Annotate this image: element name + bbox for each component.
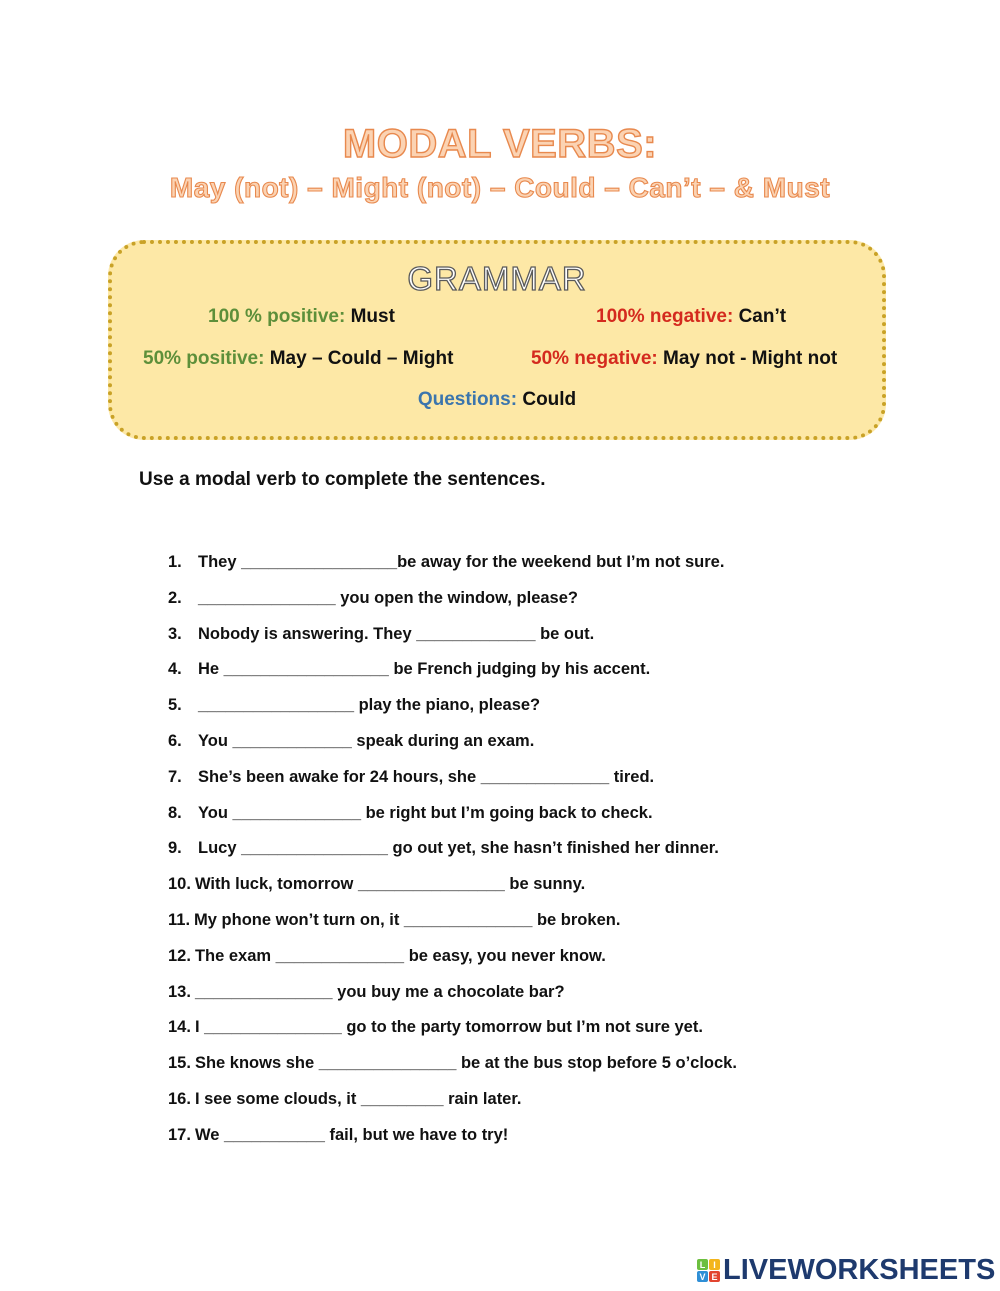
rule-100-negative: 100% negative: Can’t: [596, 306, 786, 328]
exercise-item: 13. _______________ you buy me a chocolat…: [168, 981, 737, 1017]
exercise-number: 17.: [168, 1125, 191, 1144]
exercise-number: 15.: [168, 1054, 191, 1073]
exercise-item: 4. He __________________ be French judgin…: [168, 658, 737, 694]
rule-value: Could: [522, 389, 577, 410]
exercise-item: 15. She knows she _______________ be at t…: [168, 1052, 737, 1088]
exercise-item: 12. The exam ______________ be easy, you …: [168, 945, 737, 981]
page-subtitle: May (not) – Might (not) – Could – Can’t …: [169, 171, 831, 203]
instruction-text: Use a modal verb to complete the sentenc…: [139, 469, 546, 490]
exercise-item: 17. We ___________ fail, but we have to t…: [168, 1124, 737, 1160]
exercise-sentence: The exam ______________ be easy, you nev…: [194, 946, 606, 965]
rule-label: 50% negative:: [531, 348, 658, 369]
rule-50-positive: 50% positive: May – Could – Might: [143, 348, 453, 370]
exercise-item: 7. She’s been awake for 24 hours, she ___…: [168, 766, 737, 802]
rule-label: 100% negative:: [596, 306, 734, 327]
rule-value: May – Could – Might: [269, 348, 454, 369]
live-badge-icon: LIVE: [697, 1259, 720, 1282]
exercise-number: 2.: [168, 588, 182, 607]
exercise-number: 9.: [168, 839, 182, 858]
exercise-item: 16. I see some clouds, it _________ rain …: [168, 1088, 737, 1124]
exercise-number: 1.: [168, 553, 182, 571]
exercise-sentence: We ___________ fail, but we have to try!: [194, 1125, 509, 1144]
exercise-sentence: She’s been awake for 24 hours, she _____…: [198, 767, 655, 786]
exercise-number: 4.: [168, 660, 182, 679]
live-badge-letter: E: [709, 1271, 720, 1282]
live-badge-letter: V: [697, 1271, 708, 1282]
live-badge-letter: L: [697, 1259, 708, 1270]
exercise-item: 6. You _____________ speak during an exam…: [168, 730, 737, 766]
exercise-sentence: I see some clouds, it _________ rain lat…: [194, 1089, 522, 1108]
exercise-item: 9. Lucy ________________ go out yet, she …: [168, 837, 737, 873]
exercise-number: 10.: [168, 875, 191, 894]
exercise-sentence: I _______________ go to the party tomorr…: [194, 1018, 703, 1037]
exercise-item: 2. _______________ you open the window, p…: [168, 587, 737, 623]
exercise-item: 11. My phone won’t turn on, it __________…: [168, 909, 737, 945]
exercise-sentence: He __________________ be French judging …: [198, 660, 651, 679]
exercise-number: 11.: [168, 910, 191, 929]
exercise-number: 5.: [168, 696, 182, 715]
exercise-sentence: With luck, tomorrow ________________ be …: [194, 875, 586, 894]
grammar-title: GRAMMAR: [407, 259, 587, 297]
exercise-number: 3.: [168, 624, 182, 643]
exercise-number: 8.: [168, 803, 182, 822]
logo-text: LIVEWORKSHEETS: [723, 1254, 996, 1286]
rule-label: Questions:: [417, 389, 518, 410]
exercise-item: 14. I _______________ go to the party tom…: [168, 1016, 737, 1052]
liveworksheets-logo: LIVE LIVEWORKSHEETS: [697, 1254, 995, 1287]
exercise-sentence: You _____________ speak during an exam.: [198, 731, 535, 750]
exercise-item: 10. With luck, tomorrow ________________ …: [168, 873, 737, 909]
exercise-item: 8. You ______________ be right but I’m go…: [168, 802, 737, 838]
rule-label: 100 % positive:: [208, 306, 346, 327]
exercise-number: 13.: [168, 982, 191, 1001]
exercise-list: 1. They _________________be away for the …: [168, 551, 737, 1160]
exercise-number: 14.: [168, 1018, 191, 1037]
exercise-item: 3. Nobody is answering. They ____________…: [168, 623, 737, 659]
rule-label: 50% positive:: [143, 348, 265, 369]
exercise-item: 5. _________________ play the piano, plea…: [168, 694, 737, 730]
rule-value: May not - Might not: [663, 348, 838, 369]
exercise-sentence: _______________ you buy me a chocolate b…: [194, 982, 565, 1001]
exercise-number: 7.: [168, 767, 182, 786]
exercise-number: 16.: [168, 1089, 191, 1108]
exercise-sentence: _________________ play the piano, please…: [198, 696, 541, 715]
rule-questions: Questions: Could: [112, 389, 882, 411]
exercise-sentence: Nobody is answering. They _____________ …: [198, 624, 595, 643]
grammar-box: GRAMMAR 100 % positive: Must 100% negati…: [108, 240, 886, 440]
rule-100-positive: 100 % positive: Must: [208, 306, 395, 328]
exercise-sentence: _______________ you open the window, ple…: [198, 588, 578, 607]
live-badge-letter: I: [709, 1259, 720, 1270]
rule-50-negative: 50% negative: May not - Might not: [531, 348, 837, 370]
exercise-sentence: She knows she _______________ be at the …: [194, 1054, 737, 1073]
exercise-item: 1. They _________________be away for the …: [168, 551, 737, 587]
exercise-sentence: You ______________ be right but I’m goin…: [198, 803, 653, 822]
exercise-sentence: They _________________be away for the we…: [198, 553, 725, 571]
rule-value: Can’t: [738, 306, 787, 327]
page-title: MODAL VERBS:: [342, 121, 658, 166]
exercise-number: 6.: [168, 731, 182, 750]
exercise-number: 12.: [168, 946, 191, 965]
exercise-sentence: My phone won’t turn on, it _____________…: [194, 910, 621, 929]
exercise-sentence: Lucy ________________ go out yet, she ha…: [198, 839, 719, 858]
rule-value: Must: [350, 306, 395, 327]
